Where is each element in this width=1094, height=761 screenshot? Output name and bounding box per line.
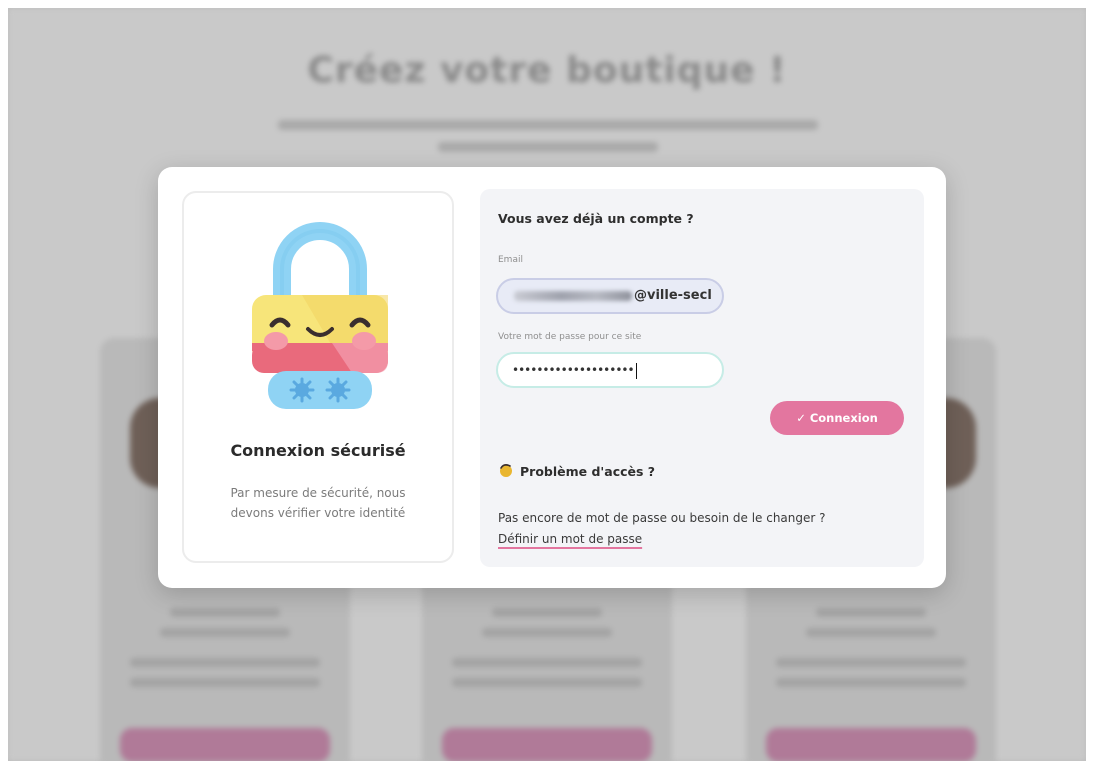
background-card-button bbox=[120, 728, 330, 761]
access-problem-heading: Problème d'accès ? bbox=[498, 462, 655, 481]
text-caret bbox=[635, 362, 637, 379]
lock-illustration-icon bbox=[242, 213, 398, 413]
login-heading: Vous avez déjà un compte ? bbox=[498, 211, 694, 226]
background-card-line bbox=[776, 658, 966, 667]
login-panel: Vous avez déjà un compte ? Email @ville-… bbox=[480, 189, 924, 567]
background-card-line bbox=[482, 628, 612, 637]
background-subtitle bbox=[278, 120, 818, 130]
background-subtitle-line2 bbox=[438, 142, 658, 152]
login-modal: Connexion sécurisé Par mesure de sécurit… bbox=[158, 167, 946, 588]
email-value: @ville-secl bbox=[634, 288, 712, 303]
security-title: Connexion sécurisé bbox=[230, 441, 406, 460]
access-problem-label: Problème d'accès ? bbox=[520, 464, 656, 479]
background-card-line bbox=[776, 678, 966, 687]
background-card-line bbox=[492, 608, 602, 617]
hand-wave-icon bbox=[498, 462, 514, 481]
security-description: Par mesure de sécurité, nous devons véri… bbox=[230, 486, 406, 520]
security-card: Connexion sécurisé Par mesure de sécurit… bbox=[182, 191, 454, 563]
background-card-line bbox=[170, 608, 280, 617]
background-card-line bbox=[160, 628, 290, 637]
email-field[interactable]: @ville-secl bbox=[496, 278, 724, 314]
background-card-button bbox=[442, 728, 652, 761]
connect-button[interactable]: ✓ Connexion bbox=[770, 401, 904, 435]
password-label: Votre mot de passe pour ce site bbox=[498, 332, 642, 342]
help-text: Pas encore de mot de passe ou besoin de … bbox=[498, 511, 826, 525]
background-title: Créez votre boutique ! bbox=[307, 50, 787, 91]
background-card-line bbox=[452, 658, 642, 667]
background-card-line bbox=[130, 658, 320, 667]
redacted-email-part bbox=[514, 290, 632, 301]
define-password-link[interactable]: Définir un mot de passe bbox=[498, 532, 642, 546]
password-value: •••••••••••••••••••• bbox=[512, 363, 635, 377]
screen: Créez votre boutique ! Connexion sécuris… bbox=[8, 8, 1086, 761]
background-card-line bbox=[806, 628, 936, 637]
password-field[interactable]: •••••••••••••••••••• bbox=[496, 352, 724, 388]
background-card-line bbox=[130, 678, 320, 687]
background-card-line bbox=[816, 608, 926, 617]
background-card-button bbox=[766, 728, 976, 761]
email-label: Email bbox=[498, 255, 523, 265]
background-card-line bbox=[452, 678, 642, 687]
